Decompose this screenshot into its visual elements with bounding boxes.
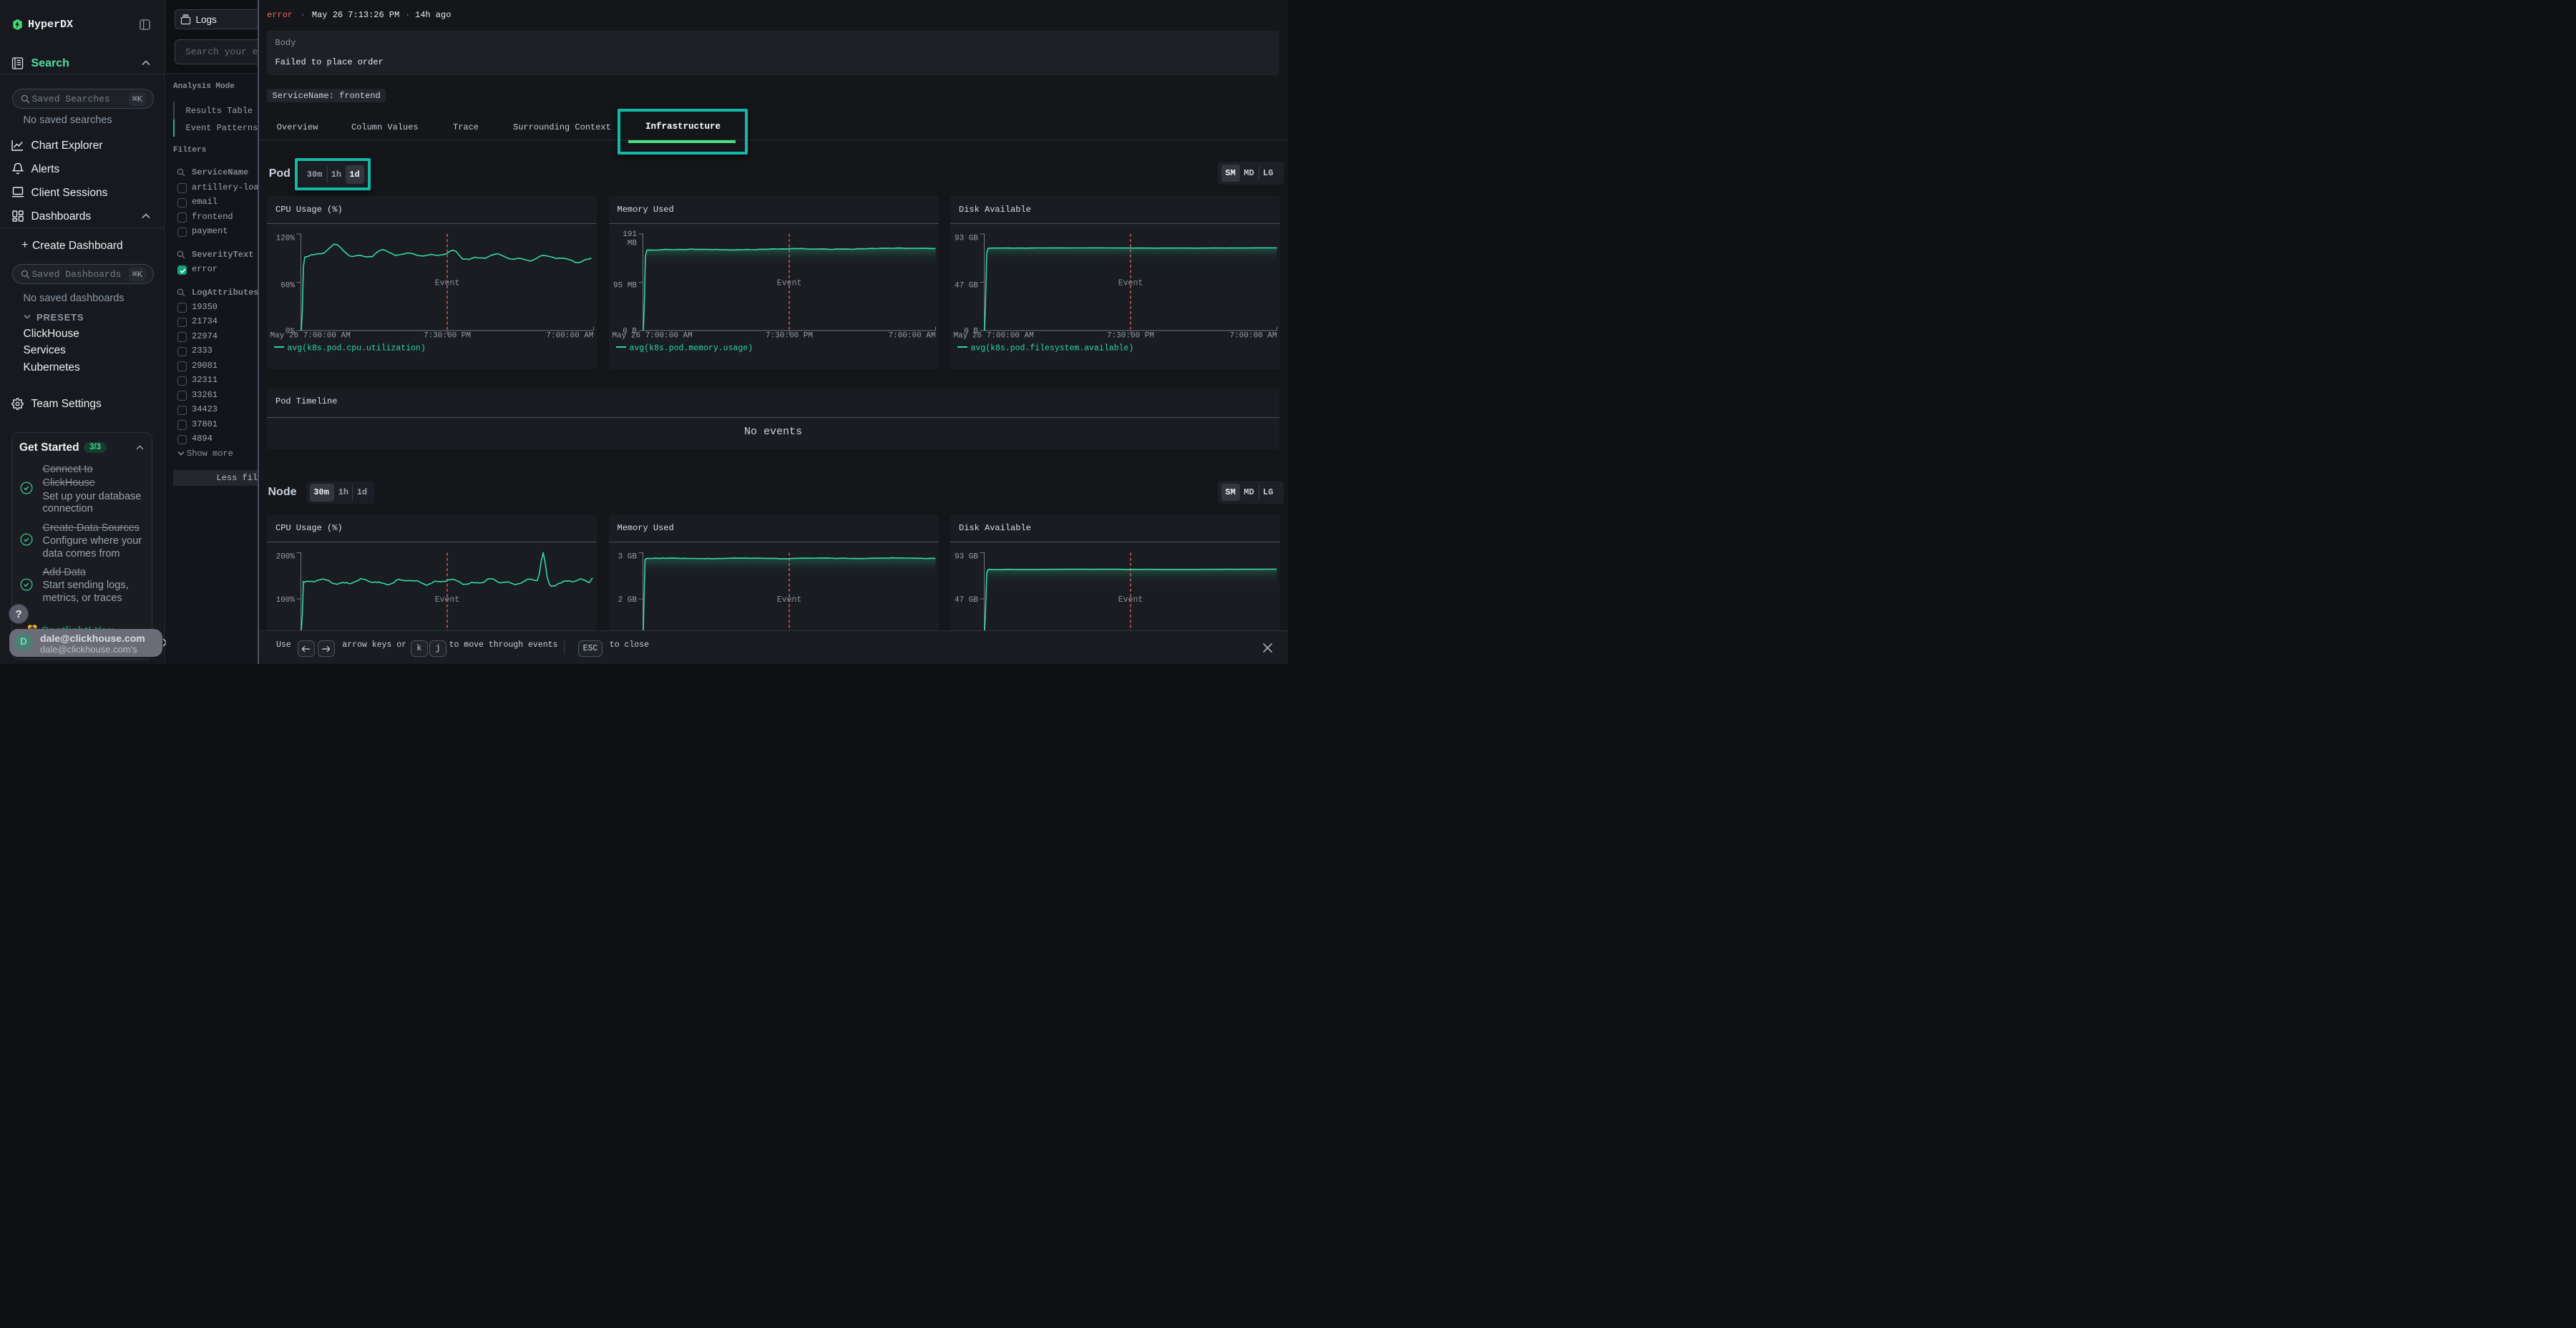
svg-text:MB: MB	[627, 239, 637, 248]
svg-text:93 GB: 93 GB	[955, 553, 978, 562]
svg-text:120%: 120%	[276, 234, 296, 243]
svg-text:60%: 60%	[280, 281, 295, 290]
svg-text:93 GB: 93 GB	[955, 234, 978, 243]
svg-text:May 26 7:00:00 AM: May 26 7:00:00 AM	[270, 331, 351, 340]
svg-text:May 26 7:00:00 AM: May 26 7:00:00 AM	[612, 331, 692, 340]
svg-text:7:30:00 PM: 7:30:00 PM	[424, 331, 471, 340]
svg-text:7:00:00 AM: 7:00:00 AM	[888, 331, 935, 340]
svg-text:47 GB: 47 GB	[955, 281, 978, 290]
svg-text:7:00:00 AM: 7:00:00 AM	[1229, 331, 1277, 340]
svg-text:7:00:00 AM: 7:00:00 AM	[546, 331, 593, 340]
svg-text:191: 191	[623, 230, 637, 239]
svg-text:avg(k8s.pod.memory.usage): avg(k8s.pod.memory.usage)	[629, 343, 753, 353]
svg-text:Event: Event	[435, 278, 460, 288]
svg-text:7:30:00 PM: 7:30:00 PM	[1107, 331, 1154, 340]
svg-text:May 26 7:00:00 AM: May 26 7:00:00 AM	[954, 331, 1034, 340]
svg-text:avg(k8s.pod.cpu.utilization): avg(k8s.pod.cpu.utilization)	[288, 343, 426, 353]
svg-text:200%: 200%	[276, 553, 296, 562]
svg-text:47 GB: 47 GB	[955, 596, 978, 605]
svg-text:95 MB: 95 MB	[613, 281, 636, 290]
svg-text:avg(k8s.pod.filesystem.availab: avg(k8s.pod.filesystem.available)	[971, 343, 1134, 353]
svg-text:100%: 100%	[276, 596, 296, 605]
svg-text:Event: Event	[435, 595, 460, 605]
svg-text:7:30:00 PM: 7:30:00 PM	[765, 331, 812, 340]
svg-text:2 GB: 2 GB	[618, 596, 637, 605]
svg-text:3 GB: 3 GB	[618, 553, 637, 562]
